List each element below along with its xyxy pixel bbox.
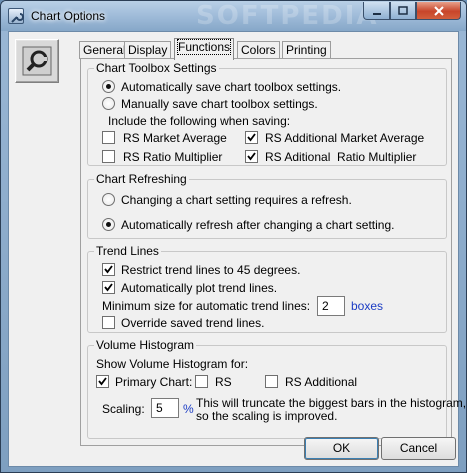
auto-refresh-radio[interactable] bbox=[102, 218, 115, 231]
tab-general[interactable]: General bbox=[79, 41, 130, 59]
checkmark-icon bbox=[104, 265, 113, 274]
group-title: Trend Lines bbox=[94, 244, 161, 258]
rs-aditional-ratio-multiplier-label[interactable]: RS Aditional Ratio Multiplier bbox=[265, 150, 416, 164]
primary-chart-checkbox[interactable] bbox=[96, 375, 109, 388]
chart-refreshing-group: Chart Refreshing Changing a chart settin… bbox=[87, 172, 447, 239]
tab-label: Printing bbox=[286, 43, 327, 57]
watermark: SOFTPEDIA bbox=[196, 1, 379, 31]
rs-aditional-ratio-multiplier-checkbox[interactable] bbox=[245, 150, 258, 163]
include-label: Include the following when saving: bbox=[108, 114, 291, 128]
tab-printing[interactable]: Printing bbox=[282, 41, 331, 59]
restrict-trend-checkbox[interactable] bbox=[102, 263, 115, 276]
ok-button[interactable]: OK bbox=[304, 437, 379, 460]
primary-chart-label[interactable]: Primary Chart: bbox=[115, 375, 192, 389]
checkmark-icon bbox=[247, 133, 256, 142]
maximize-button[interactable] bbox=[390, 2, 416, 20]
rs-ratio-multiplier-label[interactable]: RS Ratio Multiplier bbox=[123, 150, 222, 164]
rs-market-average-label[interactable]: RS Market Average bbox=[123, 131, 227, 145]
auto-refresh-label[interactable]: Automatically refresh after changing a c… bbox=[121, 218, 394, 232]
rs-additional-label[interactable]: RS Additional bbox=[285, 375, 357, 389]
trend-lines-group: Trend Lines Restrict trend lines to 45 d… bbox=[87, 244, 447, 333]
requires-refresh-radio[interactable] bbox=[102, 193, 115, 206]
group-title: Volume Histogram bbox=[94, 338, 197, 352]
tab-colors[interactable]: Colors bbox=[237, 41, 280, 59]
maximize-icon bbox=[398, 5, 408, 15]
tab-label: Display bbox=[128, 43, 168, 57]
tab-label: General bbox=[83, 43, 126, 57]
manual-save-radio[interactable] bbox=[102, 97, 115, 110]
min-size-unit: boxes bbox=[351, 299, 384, 313]
close-icon bbox=[433, 5, 444, 16]
auto-save-label[interactable]: Automatically save chart toolbox setting… bbox=[121, 80, 341, 94]
auto-plot-trend-checkbox[interactable] bbox=[102, 281, 115, 294]
rs-checkbox[interactable] bbox=[195, 375, 208, 388]
show-histogram-label: Show Volume Histogram for: bbox=[96, 357, 249, 371]
tab-display[interactable]: Display bbox=[124, 41, 172, 59]
window-title: Chart Options bbox=[31, 9, 106, 23]
minimize-icon bbox=[372, 12, 381, 15]
checkmark-icon bbox=[104, 283, 113, 292]
manual-save-label[interactable]: Manually save chart toolbox settings. bbox=[121, 97, 318, 111]
auto-plot-trend-label[interactable]: Automatically plot trend lines. bbox=[121, 281, 277, 295]
checkmark-icon bbox=[98, 377, 107, 386]
group-title: Chart Refreshing bbox=[94, 172, 189, 186]
chart-options-window: Chart Options SOFTPEDIA General Display … bbox=[0, 0, 467, 473]
close-button[interactable] bbox=[416, 2, 461, 20]
override-trend-label[interactable]: Override saved trend lines. bbox=[121, 316, 264, 330]
tab-label: Functions bbox=[176, 39, 232, 55]
rs-label[interactable]: RS bbox=[215, 375, 232, 389]
group-title: Chart Toolbox Settings bbox=[94, 61, 219, 75]
tab-label: Colors bbox=[241, 43, 276, 57]
min-size-input[interactable]: 2 bbox=[317, 296, 345, 316]
auto-save-radio[interactable] bbox=[102, 80, 115, 93]
requires-refresh-label[interactable]: Changing a chart setting requires a refr… bbox=[121, 193, 352, 207]
volume-histogram-group: Volume Histogram Show Volume Histogram f… bbox=[87, 338, 466, 439]
scaling-label: Scaling: bbox=[102, 402, 145, 416]
rs-market-average-checkbox[interactable] bbox=[102, 131, 115, 144]
restrict-trend-label[interactable]: Restrict trend lines to 45 degrees. bbox=[121, 263, 300, 277]
rs-additional-checkbox[interactable] bbox=[265, 375, 278, 388]
app-icon bbox=[8, 8, 24, 24]
scaling-note-line2: so the scaling is improved. bbox=[196, 409, 338, 423]
dialog-body: General Display Functions Colors Printin… bbox=[8, 31, 466, 467]
wrench-gear-icon bbox=[15, 39, 59, 83]
minimize-button[interactable] bbox=[363, 2, 390, 20]
rs-additional-market-average-label[interactable]: RS Additional Market Average bbox=[265, 131, 424, 145]
toolbox-settings-group: Chart Toolbox Settings Automatically sav… bbox=[87, 61, 447, 166]
rs-additional-market-average-checkbox[interactable] bbox=[245, 131, 258, 144]
scaling-unit: % bbox=[183, 402, 194, 416]
functions-panel: Chart Toolbox Settings Automatically sav… bbox=[80, 58, 466, 446]
checkmark-icon bbox=[247, 152, 256, 161]
scaling-input[interactable]: 5 bbox=[151, 398, 179, 418]
cancel-button[interactable]: Cancel bbox=[381, 437, 456, 460]
tab-functions[interactable]: Functions bbox=[174, 38, 235, 60]
min-size-label: Minimum size for automatic trend lines: bbox=[102, 299, 311, 313]
title-bar[interactable]: Chart Options SOFTPEDIA bbox=[1, 1, 466, 31]
rs-ratio-multiplier-checkbox[interactable] bbox=[102, 150, 115, 163]
override-trend-checkbox[interactable] bbox=[102, 316, 115, 329]
scaling-note-line1: This will truncate the biggest bars in t… bbox=[196, 396, 467, 410]
